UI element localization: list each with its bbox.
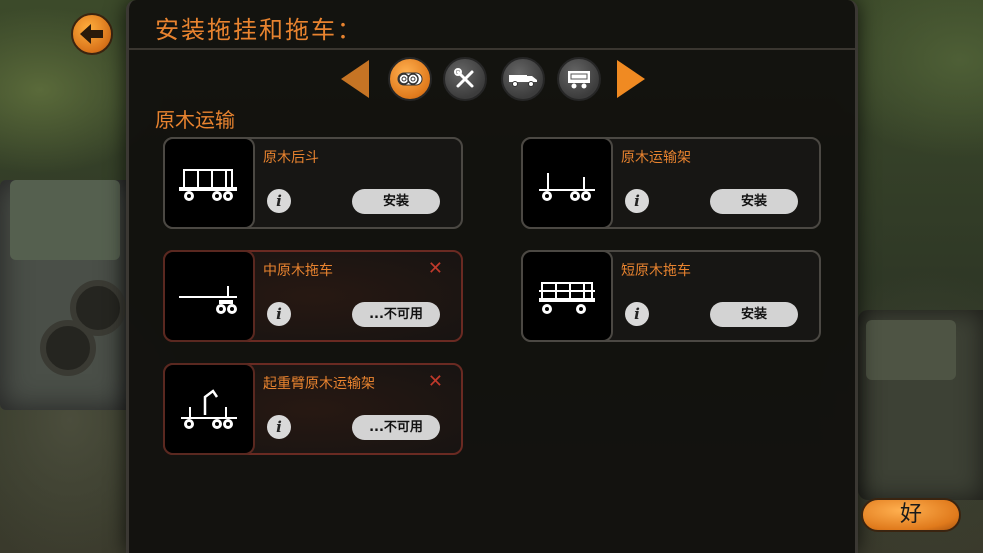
next-category-arrow[interactable]: [617, 60, 645, 98]
log-rack-icon: [539, 173, 595, 201]
item-name: 起重臂原木运输架: [263, 376, 375, 392]
item-thumbnail: [521, 250, 613, 342]
item-name: 原木运输架: [621, 150, 691, 166]
log-bed-icon: [179, 169, 237, 201]
arrow-left-icon: [80, 24, 103, 44]
ok-button[interactable]: 好: [861, 498, 961, 532]
truck-icon: [509, 75, 537, 87]
unavailable-x-icon: ✕: [427, 371, 443, 392]
unavailable-button[interactable]: ...不可用: [352, 302, 440, 327]
panel-title: 安装拖挂和拖车：: [155, 16, 363, 44]
item-name: 原木后斗: [263, 150, 319, 166]
item-card[interactable]: 中原木拖车 ✕ i ...不可用: [163, 250, 463, 342]
section-title: 原木运输: [155, 108, 235, 132]
info-icon[interactable]: i: [267, 415, 291, 439]
log-icon: [397, 72, 423, 86]
truck-left-background: [0, 180, 128, 410]
short-log-trailer-icon: [539, 282, 595, 314]
info-icon[interactable]: i: [267, 302, 291, 326]
back-button[interactable]: [71, 13, 113, 55]
item-card[interactable]: 起重臂原木运输架 ✕ i ...不可用: [163, 363, 463, 455]
item-card[interactable]: 原木后斗 i 安装: [163, 137, 463, 229]
tab-logs[interactable]: [388, 57, 432, 101]
info-icon[interactable]: i: [267, 189, 291, 213]
info-icon[interactable]: i: [625, 189, 649, 213]
info-icon[interactable]: i: [625, 302, 649, 326]
item-card[interactable]: 短原木拖车 i 安装: [521, 250, 821, 342]
item-card[interactable]: 原木运输架 i 安装: [521, 137, 821, 229]
trailer-icon: [568, 71, 590, 89]
install-button[interactable]: 安装: [710, 302, 798, 327]
item-name: 短原木拖车: [621, 263, 691, 279]
tab-tools[interactable]: [443, 57, 487, 101]
medium-log-trailer-icon: [179, 286, 237, 314]
item-thumbnail: [163, 137, 255, 229]
title-divider: [129, 48, 855, 50]
tab-trucks[interactable]: [501, 57, 545, 101]
item-thumbnail: [163, 250, 255, 342]
crane-log-rack-icon: [181, 389, 237, 429]
unavailable-x-icon: ✕: [427, 258, 443, 279]
install-button[interactable]: 安装: [710, 189, 798, 214]
unavailable-button[interactable]: ...不可用: [352, 415, 440, 440]
prev-category-arrow[interactable]: [341, 60, 369, 98]
trailer-panel: 安装拖挂和拖车： 原木运输 原木后斗 i 安装 原木运输架 i 安装 中原木拖车…: [126, 0, 858, 553]
tab-trailers[interactable]: [557, 57, 601, 101]
wrench-icon: [454, 68, 474, 88]
truck-right-background: [858, 310, 983, 500]
item-thumbnail: [521, 137, 613, 229]
item-thumbnail: [163, 363, 255, 455]
item-name: 中原木拖车: [263, 263, 333, 279]
install-button[interactable]: 安装: [352, 189, 440, 214]
